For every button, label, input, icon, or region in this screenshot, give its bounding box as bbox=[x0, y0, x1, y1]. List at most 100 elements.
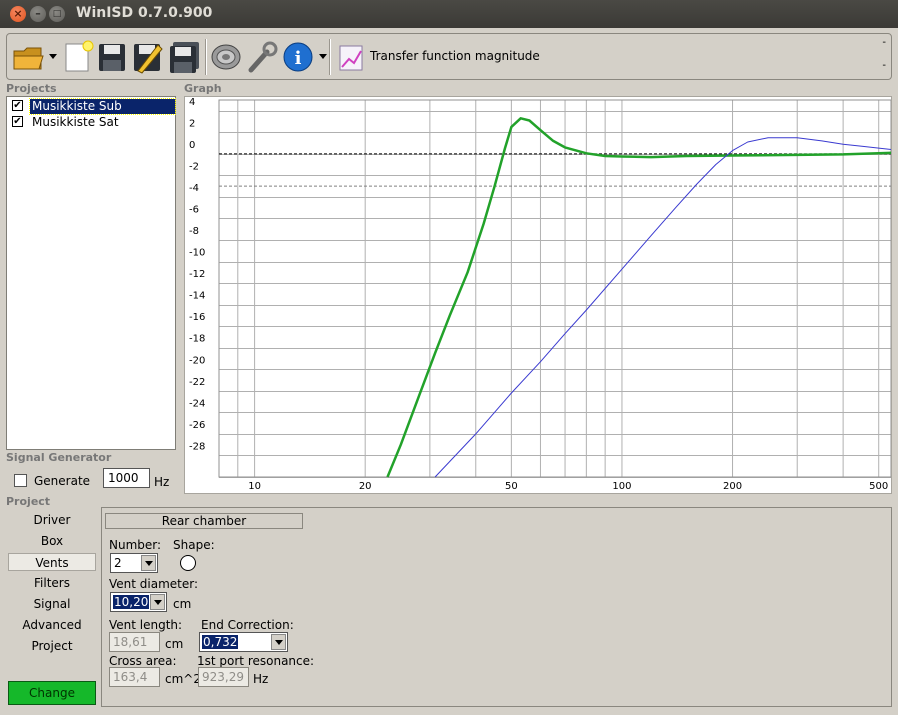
open-dropdown-arrow[interactable] bbox=[49, 54, 57, 59]
edit-icon[interactable] bbox=[130, 39, 164, 75]
number-select[interactable]: 2 bbox=[110, 553, 158, 573]
y-tick-label: -22 bbox=[189, 377, 205, 388]
vent-diameter-unit: cm bbox=[173, 597, 192, 611]
chamber-header[interactable]: Rear chamber bbox=[105, 513, 303, 529]
cross-area-label: Cross area: bbox=[109, 654, 177, 668]
y-tick-label: -12 bbox=[189, 269, 205, 280]
x-tick-label: 10 bbox=[248, 481, 261, 492]
close-button[interactable]: × bbox=[10, 6, 26, 22]
generate-label: Generate bbox=[34, 474, 91, 488]
y-tick-label: -16 bbox=[189, 312, 205, 323]
nav-box[interactable]: Box bbox=[8, 532, 96, 550]
port-resonance-field: 923,29 bbox=[198, 667, 249, 687]
project-checkbox[interactable]: ✔ bbox=[12, 116, 23, 127]
project-name: Musikkiste Sat bbox=[32, 115, 119, 129]
x-tick-label: 200 bbox=[723, 481, 742, 492]
cross-area-field: 163,4 bbox=[109, 667, 160, 687]
toolbar: i Transfer function magnitude - - bbox=[6, 33, 892, 80]
y-tick-label: -20 bbox=[189, 355, 205, 366]
save-icon[interactable] bbox=[95, 39, 129, 75]
y-tick-label: -8 bbox=[189, 226, 199, 237]
transfer-function-chart: 420-2-4-6-8-10-12-14-16-18-20-22-24-26-2… bbox=[189, 97, 892, 492]
port-resonance-label: 1st port resonance: bbox=[197, 654, 315, 668]
project-item-sat[interactable]: ✔ Musikkiste Sat bbox=[9, 115, 175, 130]
nav-signal[interactable]: Signal bbox=[8, 595, 96, 613]
svg-text:i: i bbox=[295, 48, 302, 69]
vent-diameter-select[interactable]: 10,20 bbox=[110, 592, 167, 612]
toolbar-separator bbox=[329, 39, 331, 75]
graph-section-label: Graph bbox=[184, 82, 222, 95]
series-line-0 bbox=[386, 117, 892, 478]
project-checkbox[interactable]: ✔ bbox=[12, 100, 23, 111]
signal-generator-label: Signal Generator bbox=[6, 451, 112, 464]
y-tick-label: -18 bbox=[189, 334, 205, 345]
nav-advanced[interactable]: Advanced bbox=[8, 616, 96, 634]
vent-diameter-value: 10,20 bbox=[113, 595, 150, 609]
x-tick-label: 500 bbox=[869, 481, 888, 492]
chevron-down-icon[interactable] bbox=[141, 555, 156, 571]
y-tick-label: -4 bbox=[189, 183, 199, 194]
minimize-button[interactable]: – bbox=[30, 6, 46, 22]
vents-panel: Rear chamber Number: 2 Shape: Vent diame… bbox=[101, 507, 892, 707]
new-document-icon[interactable] bbox=[61, 39, 95, 75]
vent-length-field: 18,61 bbox=[109, 632, 160, 652]
x-tick-label: 50 bbox=[505, 481, 518, 492]
window-title: WinISD 0.7.0.900 bbox=[76, 5, 213, 21]
info-dropdown-arrow[interactable] bbox=[319, 54, 327, 59]
graph-icon[interactable] bbox=[335, 39, 369, 75]
chevron-down-icon[interactable] bbox=[150, 594, 165, 610]
y-tick-label: -28 bbox=[189, 441, 205, 452]
number-value: 2 bbox=[114, 556, 122, 570]
maximize-button[interactable]: □ bbox=[49, 6, 65, 22]
y-tick-label: -24 bbox=[189, 398, 205, 409]
plot-area-border bbox=[218, 99, 892, 478]
x-tick-label: 100 bbox=[612, 481, 631, 492]
frequency-unit: Hz bbox=[154, 475, 170, 489]
y-tick-label: -2 bbox=[189, 161, 199, 172]
vent-length-unit: cm bbox=[165, 637, 184, 651]
toolbar-dash-top: - bbox=[882, 37, 886, 48]
projects-list: ✔ Musikkiste Sub ✔ Musikkiste Sat bbox=[6, 96, 176, 450]
nav-driver[interactable]: Driver bbox=[8, 511, 96, 529]
shape-label: Shape: bbox=[173, 538, 215, 552]
y-tick-label: 2 bbox=[189, 118, 195, 129]
x-tick-label: 20 bbox=[359, 481, 372, 492]
nav-project[interactable]: Project bbox=[8, 637, 96, 655]
y-tick-label: 0 bbox=[189, 140, 195, 151]
graph-panel[interactable]: 4 2 0 -2 -4 -6 -8 -10 -12 -14 -16 -18 -20 -22 -24 -26 -2… bbox=[184, 96, 892, 494]
title-bar: × – □ WinISD 0.7.0.900 bbox=[0, 0, 898, 28]
graph-type-label[interactable]: Transfer function magnitude bbox=[370, 49, 540, 63]
vent-diameter-label: Vent diameter: bbox=[109, 577, 199, 591]
chevron-down-icon[interactable] bbox=[271, 634, 286, 650]
y-tick-label: 4 bbox=[189, 97, 195, 108]
application-window: × – □ WinISD 0.7.0.900 i Transfer functi… bbox=[0, 0, 898, 715]
cross-area-unit: cm^2 bbox=[165, 672, 201, 686]
info-icon[interactable]: i bbox=[281, 39, 315, 75]
change-button[interactable]: Change bbox=[8, 681, 96, 705]
y-tick-label: -26 bbox=[189, 420, 205, 431]
end-correction-select[interactable]: 0,732 bbox=[199, 632, 288, 652]
driver-icon[interactable] bbox=[209, 39, 243, 75]
nav-vents[interactable]: Vents bbox=[8, 553, 96, 571]
number-label: Number: bbox=[109, 538, 162, 552]
toolbar-dash-bottom: - bbox=[882, 60, 886, 71]
vent-length-label: Vent length: bbox=[109, 618, 183, 632]
projects-section-label: Projects bbox=[6, 82, 57, 95]
end-correction-label: End Correction: bbox=[201, 618, 294, 632]
project-section-label: Project bbox=[6, 495, 51, 508]
nav-filters[interactable]: Filters bbox=[8, 574, 96, 592]
generate-checkbox[interactable] bbox=[14, 474, 27, 487]
toolbar-separator bbox=[205, 39, 207, 75]
frequency-input[interactable]: 1000 bbox=[103, 468, 150, 488]
tools-icon[interactable] bbox=[245, 39, 279, 75]
end-correction-value: 0,732 bbox=[202, 635, 239, 649]
y-tick-label: -14 bbox=[189, 291, 205, 302]
port-resonance-unit: Hz bbox=[253, 672, 269, 686]
y-tick-label: -10 bbox=[189, 248, 205, 259]
open-folder-icon[interactable] bbox=[11, 39, 45, 75]
project-name: Musikkiste Sub bbox=[29, 98, 176, 115]
save-all-icon[interactable] bbox=[167, 39, 201, 75]
project-item-sub[interactable]: ✔ Musikkiste Sub bbox=[9, 98, 176, 115]
round-shape-icon[interactable] bbox=[180, 555, 196, 571]
series-line-1 bbox=[434, 137, 892, 478]
